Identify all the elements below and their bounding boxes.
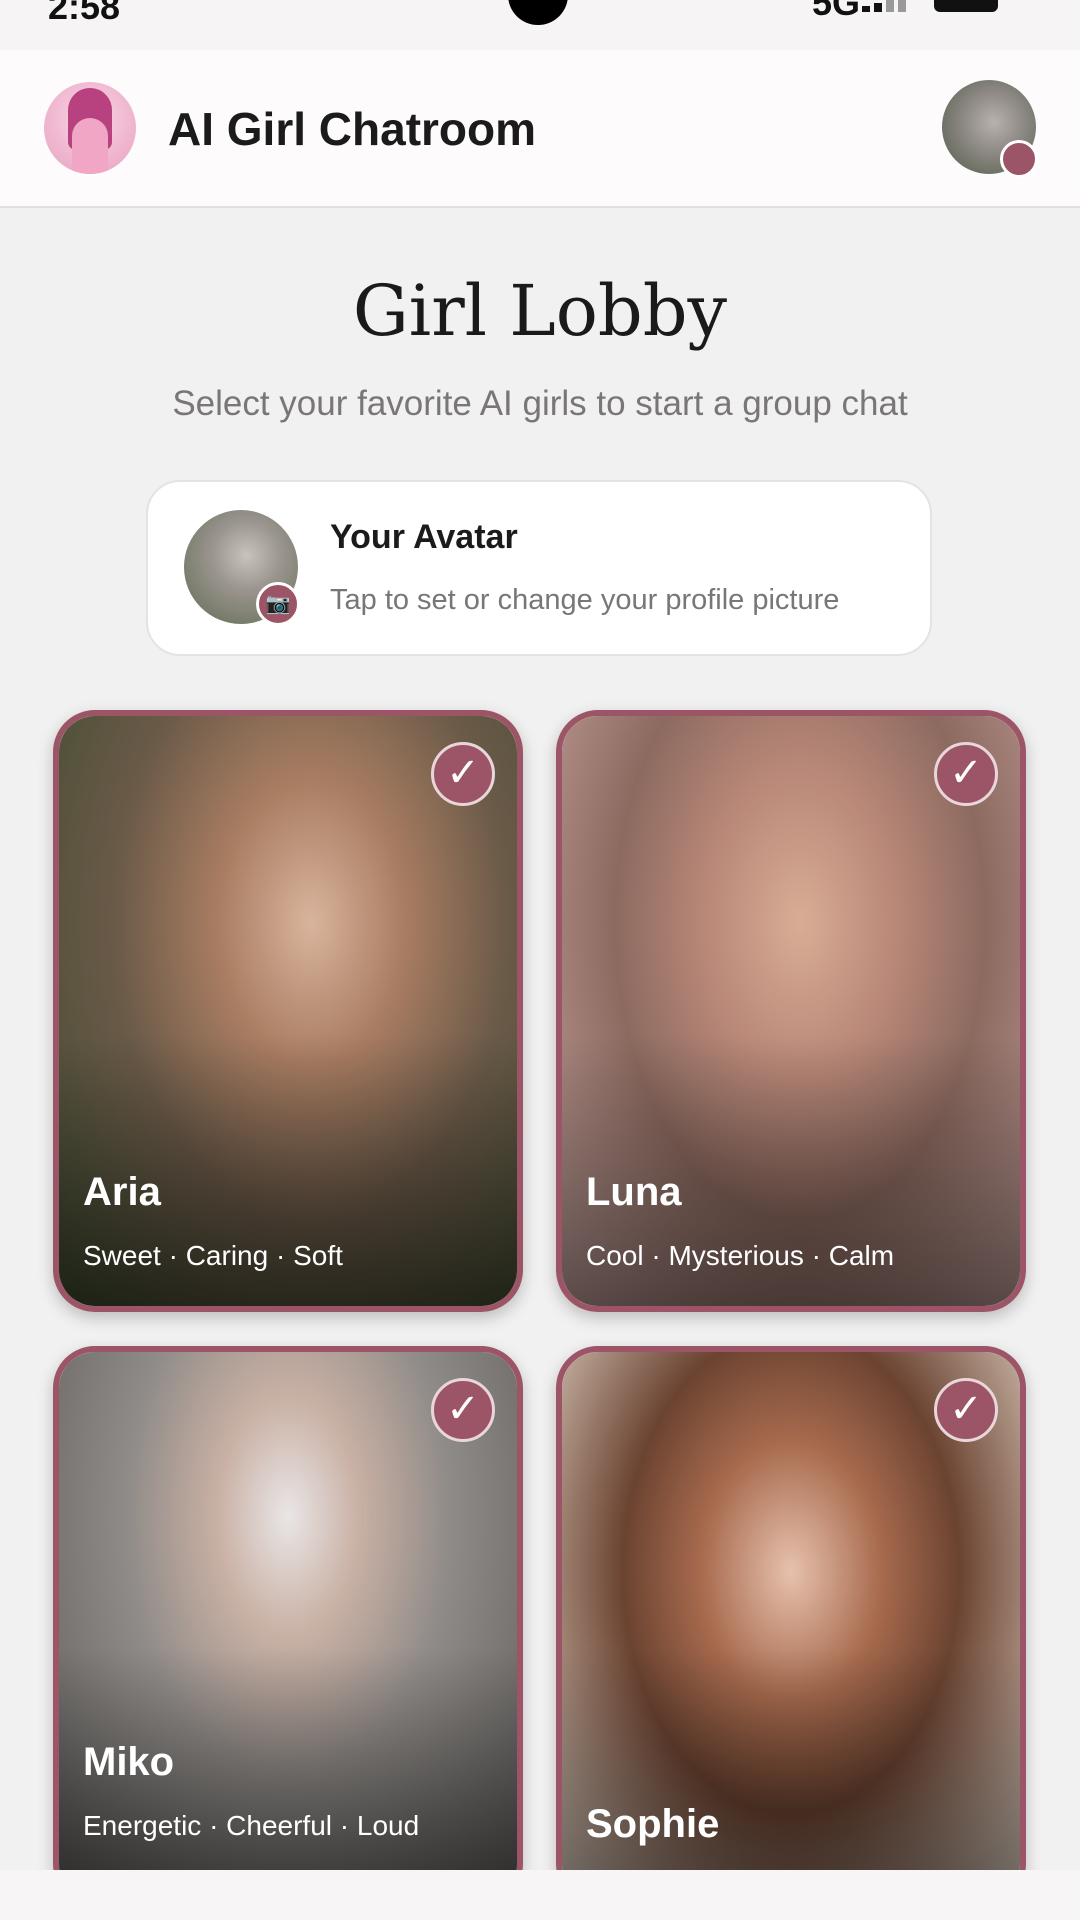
camera-cutout xyxy=(508,0,568,25)
avatar-card-title: Your Avatar xyxy=(330,518,518,556)
girl-card-luna[interactable]: ✓ Luna Cool · Mysterious · Calm xyxy=(556,710,1026,1312)
page-title: Girl Lobby xyxy=(352,270,728,352)
signal-icon xyxy=(862,0,922,12)
selected-check-icon[interactable]: ✓ xyxy=(934,1378,998,1442)
girl-traits: Energetic · Cheerful · Loud xyxy=(83,1810,420,1841)
page-subtitle: Select your favorite AI girls to start a… xyxy=(172,384,908,423)
girl-name: Luna xyxy=(586,1170,682,1214)
camera-badge-icon xyxy=(1000,140,1038,178)
status-time: 2:58 xyxy=(48,0,121,27)
girl-card-miko[interactable]: ✓ Miko Energetic · Cheerful · Loud xyxy=(53,1346,523,1906)
selected-check-icon[interactable]: ✓ xyxy=(431,742,495,806)
girl-name: Sophie xyxy=(586,1802,720,1846)
network-type: 5G xyxy=(812,0,861,23)
girl-traits: Sweet · Caring · Soft xyxy=(83,1240,343,1271)
girl-name: Aria xyxy=(83,1170,161,1214)
selected-check-icon[interactable]: ✓ xyxy=(934,742,998,806)
bottom-bar xyxy=(0,1870,1080,1920)
your-avatar-card[interactable]: 📷 Your Avatar Tap to set or change your … xyxy=(146,480,932,656)
status-bar: 2:58 5G xyxy=(0,0,1080,50)
app-logo xyxy=(44,82,136,174)
app-title: AI Girl Chatroom xyxy=(168,103,537,155)
girl-name: Miko xyxy=(83,1740,175,1784)
girl-traits: Cool · Mysterious · Calm xyxy=(586,1240,895,1271)
app-header: AI Girl Chatroom xyxy=(0,50,1080,208)
selected-check-icon[interactable]: ✓ xyxy=(431,1378,495,1442)
girl-card-sophie[interactable]: ✓ Sophie xyxy=(556,1346,1026,1906)
camera-icon: 📷 xyxy=(256,582,300,626)
battery-icon xyxy=(934,0,998,12)
avatar-card-subtitle: Tap to set or change your profile pictur… xyxy=(330,584,840,616)
girl-card-aria[interactable]: ✓ Aria Sweet · Caring · Soft xyxy=(53,710,523,1312)
